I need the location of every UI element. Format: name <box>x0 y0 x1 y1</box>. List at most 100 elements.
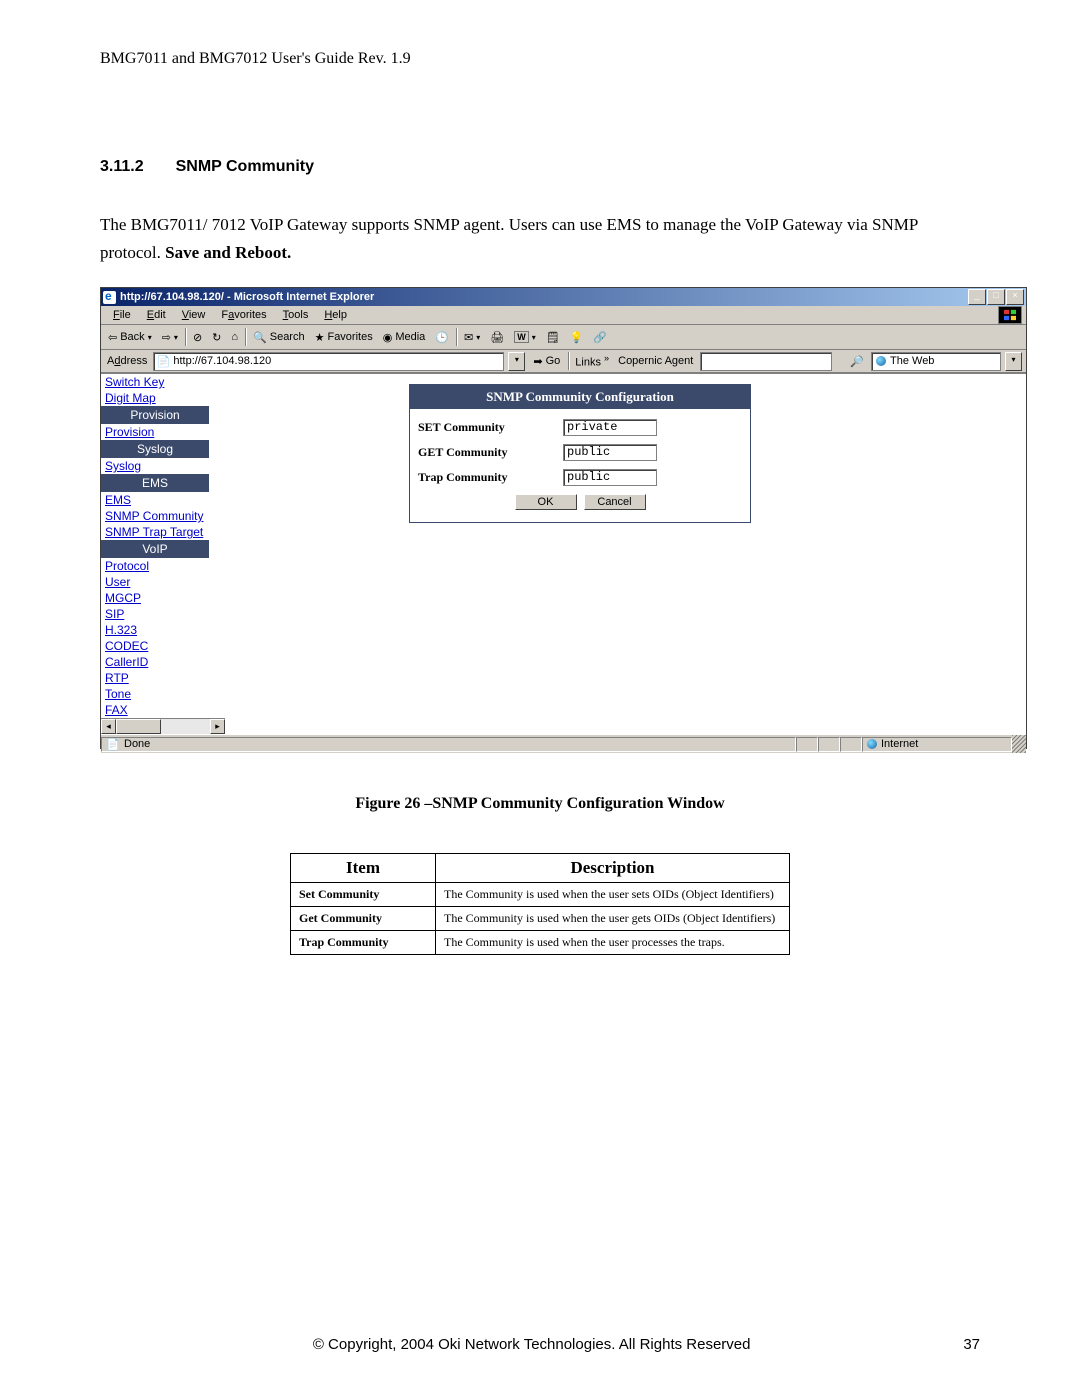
related-icon: 🔗 <box>593 331 607 344</box>
cancel-button[interactable]: Cancel <box>584 494 646 510</box>
sidebar-container: Switch KeyDigit MapProvisionProvisionSys… <box>101 374 225 734</box>
media-button[interactable]: ◉ Media <box>380 330 429 345</box>
sidebar-header: Syslog <box>101 440 209 458</box>
sidebar-link[interactable]: Tone <box>101 686 209 702</box>
search-scope-combo[interactable]: The Web <box>871 352 1001 371</box>
copernic-search-button[interactable]: 🔎 <box>847 354 867 369</box>
sidebar-link[interactable]: SNMP Community <box>101 508 209 524</box>
sidebar-link[interactable]: SNMP Trap Target <box>101 524 209 540</box>
table-row: Get CommunityThe Community is used when … <box>291 907 790 931</box>
links-text: Links <box>575 357 601 369</box>
menu-file[interactable]: File <box>105 308 139 322</box>
window-close-button[interactable]: × <box>1006 289 1024 305</box>
search-label: Search <box>270 331 305 343</box>
menu-favorites[interactable]: Favorites <box>213 308 274 322</box>
go-icon: ➡ <box>533 355 542 368</box>
sidebar-link[interactable]: SIP <box>101 606 209 622</box>
get-community-input[interactable]: public <box>563 444 657 461</box>
chevron-down-icon: ▾ <box>174 333 178 342</box>
scroll-left-button[interactable]: ◂ <box>101 719 116 734</box>
sidebar-link[interactable]: Digit Map <box>101 390 209 406</box>
scroll-thumb[interactable] <box>116 719 161 734</box>
sidebar-link[interactable]: MGCP <box>101 590 209 606</box>
sidebar-header: VoIP <box>101 540 209 558</box>
get-community-label: GET Community <box>418 445 563 460</box>
menu-edit[interactable]: Edit <box>139 308 174 322</box>
menu-help[interactable]: Help <box>316 308 355 322</box>
table-cell-desc: The Community is used when the user gets… <box>436 907 790 931</box>
window-maximize-button[interactable]: □ <box>987 289 1005 305</box>
print-button[interactable]: 🖨 <box>487 330 507 345</box>
sidebar-link[interactable]: FAX <box>101 702 209 718</box>
sidebar[interactable]: Switch KeyDigit MapProvisionProvisionSys… <box>101 374 209 734</box>
history-button[interactable]: 🕒 <box>432 330 452 345</box>
panel-header: SNMP Community Configuration <box>410 385 750 409</box>
description-table: Item Description Set CommunityThe Commun… <box>290 853 790 955</box>
table-cell-desc: The Community is used when the user proc… <box>436 931 790 955</box>
forward-button[interactable]: ⇨ ▾ <box>159 330 181 345</box>
table-header-item: Item <box>291 854 436 883</box>
copernic-search-input[interactable] <box>700 352 832 371</box>
browser-title-text: http://67.104.98.120/ - Microsoft Intern… <box>120 291 374 303</box>
menu-view[interactable]: View <box>174 308 214 322</box>
stop-icon: ⊘ <box>193 331 202 344</box>
go-button[interactable]: ➡ Go <box>529 355 564 368</box>
sidebar-link[interactable]: H.323 <box>101 622 209 638</box>
body-text-bold: Save and Reboot. <box>165 243 291 262</box>
go-label: Go <box>546 355 561 367</box>
related-button[interactable]: 🔗 <box>590 330 610 345</box>
sidebar-link[interactable]: CallerID <box>101 654 209 670</box>
sidebar-link[interactable]: RTP <box>101 670 209 686</box>
sidebar-link[interactable]: CODEC <box>101 638 209 654</box>
magnifier-icon: 🔎 <box>850 355 864 368</box>
favorites-button[interactable]: ★ Favorites <box>312 330 376 345</box>
favorites-label: Favorites <box>327 331 372 343</box>
home-button[interactable]: ⌂ <box>228 330 241 344</box>
tip-button[interactable]: 💡 <box>567 330 587 345</box>
sidebar-link[interactable]: User <box>101 574 209 590</box>
table-cell-item: Trap Community <box>291 931 436 955</box>
sidebar-link[interactable]: EMS <box>101 492 209 508</box>
trap-community-input[interactable]: public <box>563 469 657 486</box>
discuss-button[interactable]: 🗒 <box>543 330 563 345</box>
mail-button[interactable]: ✉▾ <box>461 330 483 345</box>
edit-button[interactable]: W▾ <box>511 330 539 344</box>
toolbar-separator <box>245 328 246 346</box>
panel-row: Trap Community public <box>418 465 742 490</box>
scroll-right-button[interactable]: ▸ <box>210 719 225 734</box>
stop-button[interactable]: ⊘ <box>190 330 205 345</box>
section-title: SNMP Community <box>176 158 314 175</box>
search-button[interactable]: 🔍 Search <box>250 330 308 345</box>
sidebar-link[interactable]: Provision <box>101 424 209 440</box>
ie-icon <box>103 291 116 304</box>
address-dropdown-button[interactable]: ▾ <box>508 352 525 371</box>
chevron-down-icon: ▾ <box>532 333 536 342</box>
address-label: Address <box>105 355 149 367</box>
panel-row: SET Community private <box>418 415 742 440</box>
address-input[interactable]: 📄 http://67.104.98.120 <box>153 352 504 371</box>
panel-row: GET Community public <box>418 440 742 465</box>
browser-titlebar: http://67.104.98.120/ - Microsoft Intern… <box>101 288 1026 306</box>
sidebar-link[interactable]: Syslog <box>101 458 209 474</box>
forward-arrow-icon: ⇨ <box>162 331 171 344</box>
print-icon: 🖨 <box>490 331 504 344</box>
back-button[interactable]: ⇦ Back ▾ <box>105 330 155 345</box>
search-scope-dropdown-button[interactable]: ▾ <box>1005 352 1022 371</box>
favorites-icon: ★ <box>315 331 325 344</box>
status-done: Done <box>124 738 150 750</box>
resize-grip[interactable] <box>1012 735 1026 753</box>
ok-button[interactable]: OK <box>515 494 577 510</box>
sidebar-link[interactable]: Switch Key <box>101 374 209 390</box>
menu-tools[interactable]: Tools <box>275 308 317 322</box>
sidebar-hscrollbar[interactable]: ◂ ▸ <box>101 718 225 734</box>
set-community-input[interactable]: private <box>563 419 657 436</box>
sidebar-link[interactable]: Protocol <box>101 558 209 574</box>
history-icon: 🕒 <box>435 331 449 344</box>
window-minimize-button[interactable]: _ <box>968 289 986 305</box>
trap-community-label: Trap Community <box>418 470 563 485</box>
browser-statusbar: 📄 Done Internet <box>101 734 1026 753</box>
table-row: Set CommunityThe Community is used when … <box>291 883 790 907</box>
refresh-button[interactable]: ↻ <box>209 330 224 345</box>
page-icon-status: 📄 <box>106 737 120 751</box>
browser-menubar: File Edit View Favorites Tools Help <box>101 306 1026 325</box>
